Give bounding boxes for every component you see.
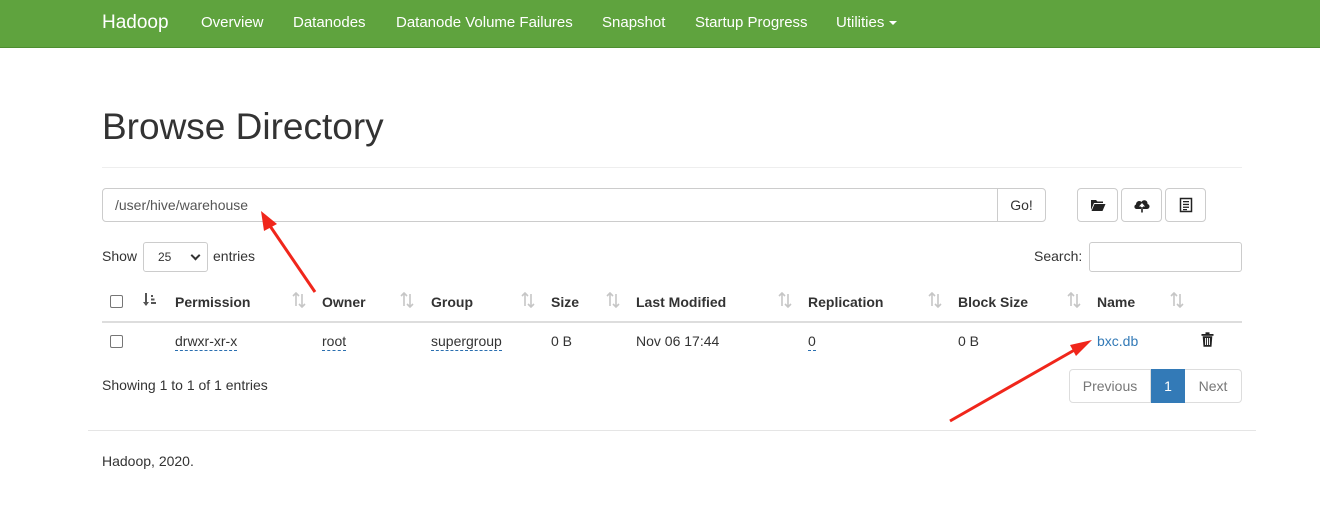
cloud-upload-icon xyxy=(1133,200,1150,213)
nav-startup-progress[interactable]: Startup Progress xyxy=(695,14,808,31)
sort-both-icon[interactable] xyxy=(928,292,942,308)
column-header-owner[interactable]: Owner xyxy=(322,294,366,310)
table-header-divider xyxy=(102,321,1242,323)
nav-datanodes[interactable]: Datanodes xyxy=(293,14,366,31)
column-header-group[interactable]: Group xyxy=(431,294,473,310)
upload-files-button[interactable] xyxy=(1121,188,1162,222)
nav-utilities-dropdown[interactable]: Utilities xyxy=(836,14,898,31)
entries-selected-value: 25 xyxy=(158,250,172,264)
cell-block-size: 0 B xyxy=(958,333,980,349)
cell-size: 0 B xyxy=(551,333,573,349)
caret-down-icon xyxy=(889,21,898,26)
pagination-page-1[interactable]: 1 xyxy=(1151,369,1185,403)
sort-both-icon[interactable] xyxy=(1067,292,1081,308)
chevron-down-icon xyxy=(190,250,201,261)
nav-utilities-label: Utilities xyxy=(836,14,885,31)
column-header-permission[interactable]: Permission xyxy=(175,294,250,310)
footer-text: Hadoop, 2020. xyxy=(102,453,194,469)
cell-replication[interactable]: 0 xyxy=(808,333,816,351)
table-search-input[interactable] xyxy=(1089,242,1242,272)
directory-path-input[interactable] xyxy=(102,188,998,222)
clipboard-icon xyxy=(1179,197,1192,213)
cell-name-link[interactable]: bxc.db xyxy=(1097,333,1138,349)
sort-both-icon[interactable] xyxy=(606,292,620,308)
sort-both-icon[interactable] xyxy=(292,292,306,308)
pagination-next[interactable]: Next xyxy=(1185,369,1242,403)
nav-snapshot[interactable]: Snapshot xyxy=(602,14,665,31)
sort-both-icon[interactable] xyxy=(1170,292,1184,308)
page-title: Browse Directory xyxy=(102,106,384,147)
sort-ascending-icon[interactable] xyxy=(143,292,157,308)
select-all-checkbox[interactable] xyxy=(110,295,123,308)
annotation-arrow-path xyxy=(261,211,317,293)
show-label: Show xyxy=(102,248,138,264)
column-header-last-modified[interactable]: Last Modified xyxy=(636,294,726,310)
entries-label: entries xyxy=(213,248,256,264)
table-info: Showing 1 to 1 of 1 entries xyxy=(102,377,268,393)
entries-per-page-select[interactable]: 25 xyxy=(143,242,208,272)
brand-link[interactable]: Hadoop xyxy=(102,12,169,34)
folder-open-icon xyxy=(1090,200,1105,211)
footer-divider xyxy=(88,430,1256,431)
pagination-previous[interactable]: Previous xyxy=(1069,369,1151,403)
top-navbar: Hadoop Overview Datanodes Datanode Volum… xyxy=(0,0,1320,48)
sort-both-icon[interactable] xyxy=(521,292,535,308)
column-header-block-size[interactable]: Block Size xyxy=(958,294,1028,310)
search-label: Search: xyxy=(1034,248,1083,264)
title-divider xyxy=(102,167,1242,168)
create-directory-button[interactable] xyxy=(1077,188,1118,222)
cell-owner[interactable]: root xyxy=(322,333,347,351)
sort-both-icon[interactable] xyxy=(400,292,414,308)
cell-permission[interactable]: drwxr-xr-x xyxy=(175,333,238,351)
cell-last-modified: Nov 06 17:44 xyxy=(636,333,720,349)
nav-datanode-volume-failures[interactable]: Datanode Volume Failures xyxy=(396,14,573,31)
trash-icon[interactable] xyxy=(1201,332,1214,347)
nav-overview[interactable]: Overview xyxy=(201,14,264,31)
cut-paste-button[interactable] xyxy=(1165,188,1206,222)
column-header-size[interactable]: Size xyxy=(551,294,579,310)
cell-group[interactable]: supergroup xyxy=(431,333,502,351)
column-header-name[interactable]: Name xyxy=(1097,294,1135,310)
column-header-replication[interactable]: Replication xyxy=(808,294,883,310)
sort-both-icon[interactable] xyxy=(778,292,792,308)
go-button[interactable]: Go! xyxy=(997,188,1046,222)
row-select-checkbox[interactable] xyxy=(110,335,123,348)
